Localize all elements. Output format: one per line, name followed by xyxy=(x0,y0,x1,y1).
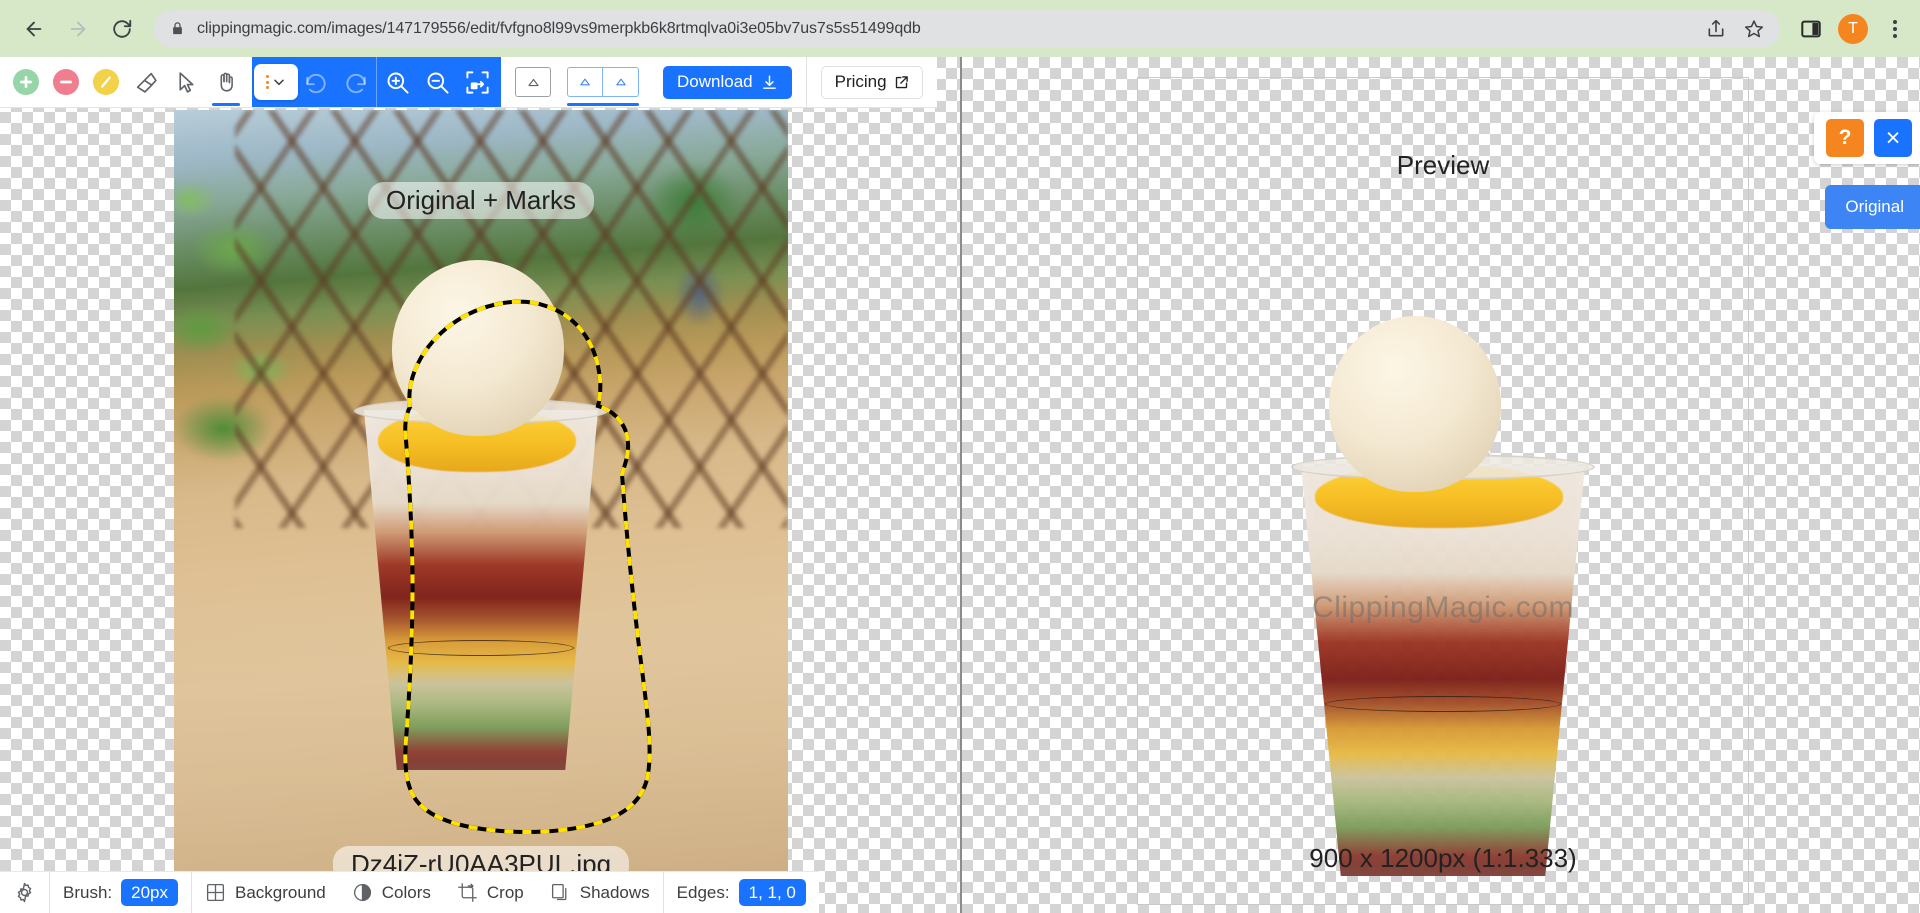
kebab-menu-icon[interactable] xyxy=(1884,14,1906,44)
back-button[interactable] xyxy=(14,9,54,49)
plus-circle-icon xyxy=(13,69,39,95)
brush-tools-group xyxy=(0,57,252,107)
single-pane-icon xyxy=(515,67,551,97)
preview-dimensions-label: 900 x 1200px (1:1.333) xyxy=(1309,843,1577,873)
brush-size-group[interactable]: Brush: 20px xyxy=(50,872,191,913)
brush-label: Brush: xyxy=(63,882,113,902)
original-panel: Original + Marks Dz4iZ-rU0AA3PUL.jpg xyxy=(0,57,960,913)
dessert-cup-graphic xyxy=(336,260,626,770)
background-button[interactable]: Background xyxy=(192,872,339,913)
eraser-tool[interactable] xyxy=(126,57,166,108)
help-close-group: ? × xyxy=(1814,112,1920,164)
cursor-arrow-icon xyxy=(178,71,194,93)
slash-circle-icon xyxy=(93,69,119,95)
original-panel-title: Original + Marks xyxy=(368,182,594,219)
browser-actions: T xyxy=(1794,13,1906,44)
pricing-group: Pricing xyxy=(806,57,937,107)
background-grid-icon xyxy=(205,882,226,903)
zoom-out-icon xyxy=(427,72,449,94)
colors-button[interactable]: Colors xyxy=(339,872,444,913)
dots-chevron-icon xyxy=(254,64,298,100)
redo-button[interactable] xyxy=(336,57,376,108)
shadows-icon xyxy=(550,882,571,903)
editor-toolbar: Download Pricing xyxy=(0,57,937,108)
single-view-button[interactable] xyxy=(507,57,559,108)
hairline-tool[interactable] xyxy=(86,57,126,108)
redo-icon xyxy=(346,73,366,94)
preview-panel: Preview ClippingMagic.com 900 x 1200px (… xyxy=(962,57,1920,913)
editor-bottom-bar: Brush: 20px Background Colors Crop Shado… xyxy=(0,871,819,913)
select-tool[interactable] xyxy=(166,57,206,108)
crop-label: Crop xyxy=(486,882,524,902)
history-group xyxy=(252,57,501,107)
add-marker-tool[interactable] xyxy=(6,57,46,108)
shadows-label: Shadows xyxy=(579,882,650,902)
hand-icon xyxy=(220,72,233,92)
reload-button[interactable] xyxy=(102,9,142,49)
background-label: Background xyxy=(235,882,326,902)
close-button[interactable]: × xyxy=(1874,119,1912,157)
more-tools-dropdown[interactable] xyxy=(254,57,298,108)
pricing-button[interactable]: Pricing xyxy=(820,65,923,99)
side-panel-icon[interactable] xyxy=(1800,18,1822,40)
download-icon xyxy=(762,74,776,89)
browser-toolbar: clippingmagic.com/images/147179556/edit/… xyxy=(0,0,1920,57)
original-image-stage[interactable]: Original + Marks Dz4iZ-rU0AA3PUL.jpg xyxy=(174,110,788,913)
settings-group xyxy=(0,872,49,913)
panel-divider[interactable] xyxy=(960,57,962,913)
fit-to-screen-icon xyxy=(465,70,489,94)
back-arrow-icon xyxy=(26,21,42,36)
edges-group[interactable]: Edges: 1, 1, 0 xyxy=(664,872,819,913)
download-button[interactable]: Download xyxy=(663,65,792,99)
edges-value[interactable]: 1, 1, 0 xyxy=(738,878,806,907)
reload-icon xyxy=(113,19,132,38)
minus-circle-icon xyxy=(53,69,79,95)
colors-label: Colors xyxy=(381,882,431,902)
edges-label: Edges: xyxy=(676,882,730,902)
download-label: Download xyxy=(677,72,753,91)
crop-icon xyxy=(457,882,478,903)
original-tab[interactable]: Original xyxy=(1825,185,1920,229)
eraser-icon xyxy=(136,72,157,93)
crop-button[interactable]: Crop xyxy=(444,872,537,913)
star-icon[interactable] xyxy=(1744,19,1764,39)
share-icon[interactable] xyxy=(1706,19,1726,39)
editor-app: Original + Marks Dz4iZ-rU0AA3PUL.jpg Pre… xyxy=(0,57,1920,913)
zoom-out-button[interactable] xyxy=(417,57,457,108)
preview-panel-title: Preview xyxy=(1396,150,1490,180)
undo-button[interactable] xyxy=(296,57,336,108)
external-link-icon xyxy=(895,75,908,88)
preview-frame[interactable]: Preview ClippingMagic.com 900 x 1200px (… xyxy=(1137,77,1749,905)
contrast-circle-icon xyxy=(352,882,373,903)
split-pane-icon xyxy=(567,67,639,97)
watermark-text: ClippingMagic.com xyxy=(1312,591,1574,624)
split-view-button[interactable] xyxy=(559,57,647,108)
lock-icon xyxy=(173,22,182,35)
shadows-button[interactable]: Shadows xyxy=(537,872,663,913)
gear-icon[interactable] xyxy=(13,881,36,904)
url-text: clippingmagic.com/images/147179556/edit/… xyxy=(197,19,921,37)
help-button[interactable]: ? xyxy=(1826,119,1864,157)
avatar[interactable]: T xyxy=(1838,13,1868,44)
address-bar[interactable]: clippingmagic.com/images/147179556/edit/… xyxy=(154,9,1780,48)
zoom-in-button[interactable] xyxy=(377,57,417,108)
pricing-label: Pricing xyxy=(834,72,887,91)
forward-button[interactable] xyxy=(58,9,98,49)
forward-arrow-icon xyxy=(70,21,86,36)
zoom-in-icon xyxy=(387,72,409,94)
fit-to-screen-button[interactable] xyxy=(457,57,497,108)
undo-icon xyxy=(306,73,326,94)
erase-marker-tool[interactable] xyxy=(46,57,86,108)
view-mode-group xyxy=(501,57,653,107)
pan-tool[interactable] xyxy=(206,57,246,108)
brush-size-value[interactable]: 20px xyxy=(121,878,179,907)
download-group: Download xyxy=(653,57,806,107)
